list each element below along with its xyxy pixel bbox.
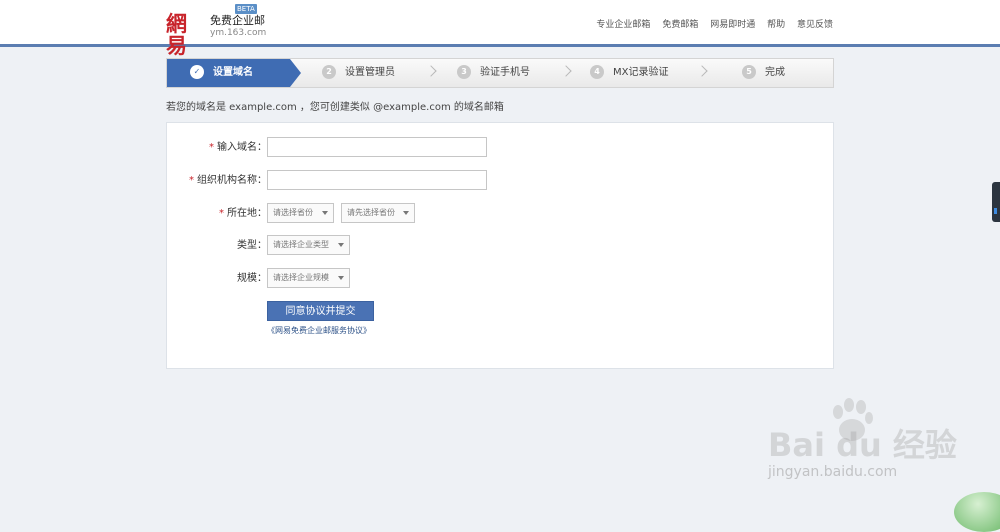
step-number: 5 [742, 65, 756, 79]
company-type-select[interactable]: 请选择企业类型 [267, 235, 350, 255]
step-verify-phone: 3 验证手机号 [457, 59, 530, 87]
scale-row: 规模： [167, 268, 267, 290]
step-label: 验证手机号 [480, 67, 530, 78]
city-select[interactable]: 请先选择省份 [341, 203, 415, 223]
nav-link-pro-mail[interactable]: 专业企业邮箱 [596, 20, 650, 30]
required-mark: * [189, 175, 194, 186]
side-toolbar-handle[interactable] [992, 182, 1000, 222]
location-row: * 所在地： [167, 203, 267, 225]
watermark-brand: Bai du 经验 [768, 426, 957, 464]
baidu-jingyan-watermark: Bai du 经验 jingyan.baidu.com [760, 398, 960, 488]
step-complete: 5 完成 [742, 59, 785, 87]
step-label: 完成 [765, 67, 785, 78]
chevron-right-icon [425, 65, 437, 77]
step-number: 4 [590, 65, 604, 79]
step-set-domain: ✓ 设置域名 [167, 59, 301, 87]
step-number: 2 [322, 65, 336, 79]
company-scale-select[interactable]: 请选择企业规模 [267, 268, 350, 288]
domain-label-text: 输入域名： [217, 142, 267, 153]
top-header: 網易 免费企业邮 BETA ym.163.com 专业企业邮箱 免费邮箱 网易即… [0, 0, 1000, 57]
location-label-text: 所在地： [227, 208, 267, 219]
org-label: * 组织机构名称： [167, 170, 267, 192]
beta-badge: BETA [235, 4, 257, 14]
province-select[interactable]: 请选择省份 [267, 203, 334, 223]
org-name-input[interactable] [267, 170, 487, 190]
chevron-right-icon [560, 65, 572, 77]
step-label: 设置域名 [213, 67, 253, 78]
logo-mark: 網易 [166, 11, 187, 58]
floating-widget[interactable] [954, 492, 1000, 532]
step-number: 3 [457, 65, 471, 79]
step-label: 设置管理员 [345, 67, 395, 78]
nav-link-free-mail[interactable]: 免费邮箱 [662, 20, 698, 30]
logo-product-name: 免费企业邮 [210, 14, 265, 27]
required-mark: * [219, 208, 224, 219]
agree-submit-button[interactable]: 同意协议并提交 [267, 301, 374, 321]
nav-link-feedback[interactable]: 意见反馈 [797, 20, 833, 30]
type-row: 类型： [167, 235, 267, 257]
domain-row: * 输入域名： [167, 137, 267, 159]
type-label: 类型： [237, 240, 267, 251]
step-mx-verify: 4 MX记录验证 [590, 59, 668, 87]
org-row: * 组织机构名称： [167, 170, 267, 192]
domain-hint: 若您的域名是 example.com ，您可创建类似 @example.com … [166, 102, 504, 113]
org-label-text: 组织机构名称： [197, 175, 267, 186]
scale-label: 规模： [237, 273, 267, 284]
domain-form-panel: * 输入域名： * 组织机构名称： * 所在地： 请选择省份 请先选择省份 类型： 请… [166, 122, 834, 369]
check-icon: ✓ [190, 65, 204, 79]
step-set-admin: 2 设置管理员 [322, 59, 395, 87]
step-label: MX记录验证 [613, 67, 669, 78]
nav-link-popo[interactable]: 网易即时通 [710, 20, 755, 30]
domain-label: * 输入域名： [167, 137, 267, 159]
progress-steps: ✓ 设置域名 2 设置管理员 3 验证手机号 4 MX记录验证 5 完成 [166, 58, 834, 88]
top-nav: 专业企业邮箱 免费邮箱 网易即时通 帮助 意见反馈 [587, 17, 833, 30]
watermark-url: jingyan.baidu.com [768, 464, 898, 480]
domain-input[interactable] [267, 137, 487, 157]
required-mark: * [209, 142, 214, 153]
logo-domain: ym.163.com [210, 28, 267, 38]
nav-link-help[interactable]: 帮助 [767, 20, 785, 30]
location-label: * 所在地： [167, 203, 267, 225]
chevron-right-icon [696, 65, 708, 77]
service-agreement-link[interactable]: 《网易免费企业邮服务协议》 [267, 325, 371, 336]
